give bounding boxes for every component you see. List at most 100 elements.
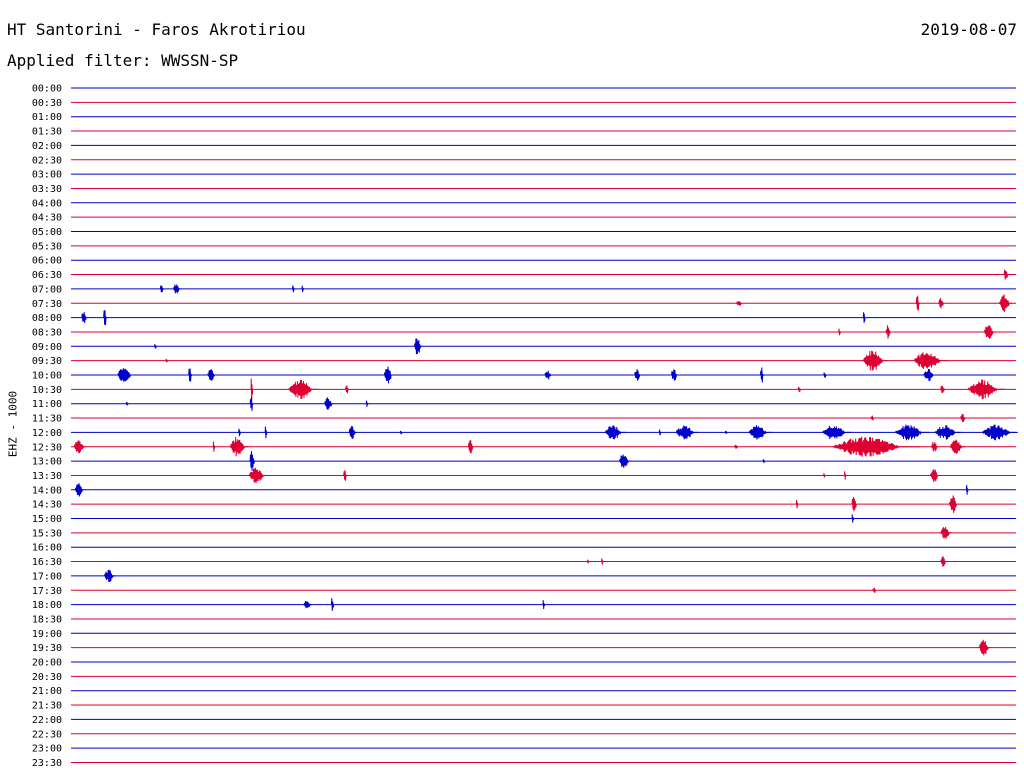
row-label: 15:30: [32, 528, 62, 539]
seismic-event: [287, 379, 319, 399]
seismic-event: [759, 367, 765, 383]
row-label: 03:00: [32, 170, 62, 181]
seismic-event: [733, 444, 739, 449]
seismic-event: [671, 369, 678, 381]
seismic-event: [414, 338, 423, 355]
seismic-event: [822, 425, 852, 440]
row-label: 06:30: [32, 270, 62, 281]
seismic-event: [73, 440, 87, 454]
seismic-event: [967, 379, 1006, 400]
row-label: 05:30: [32, 241, 62, 252]
seismic-event: [797, 386, 801, 393]
seismic-event: [467, 440, 474, 454]
seismic-event: [978, 639, 991, 656]
row-label: 19:00: [32, 629, 62, 640]
seismic-event: [938, 297, 945, 309]
seismic-event: [264, 426, 268, 439]
seismic-event: [604, 425, 626, 440]
row-label: 09:30: [32, 356, 62, 367]
row-label: 09:00: [32, 342, 62, 353]
row-label: 00:30: [32, 98, 62, 109]
seismic-event: [344, 385, 350, 394]
seismic-event: [795, 499, 799, 509]
row-label: 00:00: [32, 84, 62, 95]
seismic-event: [949, 439, 966, 454]
seismic-event: [822, 473, 826, 478]
row-label: 07:00: [32, 284, 62, 295]
row-label: 18:00: [32, 600, 62, 611]
row-label: 10:30: [32, 385, 62, 396]
row-label: 10:00: [32, 371, 62, 382]
row-label: 14:30: [32, 500, 62, 511]
seismic-event: [74, 483, 85, 497]
seismic-event: [173, 284, 181, 294]
row-label: 13:00: [32, 457, 62, 468]
seismic-event: [870, 415, 875, 421]
seismic-event: [915, 295, 920, 311]
seismic-event: [348, 425, 357, 439]
row-label: 16:30: [32, 557, 62, 568]
row-label: 02:30: [32, 155, 62, 166]
seismic-event: [544, 370, 552, 380]
row-label: 12:00: [32, 428, 62, 439]
row-label: 11:30: [32, 414, 62, 425]
seismic-event: [303, 600, 312, 609]
seismic-event: [1003, 269, 1009, 280]
seismic-event: [600, 558, 604, 565]
seismic-event: [748, 425, 772, 440]
row-label: 21:30: [32, 701, 62, 712]
seismic-event: [735, 300, 742, 307]
seismic-event: [982, 424, 1018, 441]
seismic-event: [542, 600, 546, 610]
row-label: 02:00: [32, 141, 62, 152]
seismic-event: [939, 556, 947, 567]
seismic-event: [125, 402, 129, 406]
seismic-event: [871, 587, 877, 594]
seismic-event: [103, 310, 108, 326]
row-label: 23:30: [32, 758, 62, 769]
seismic-event: [117, 368, 135, 382]
seismic-event: [292, 285, 295, 293]
seismic-event: [998, 294, 1013, 313]
row-label: 22:00: [32, 715, 62, 726]
row-label: 01:30: [32, 127, 62, 138]
seismic-event: [843, 471, 847, 480]
seismic-event: [762, 459, 766, 463]
seismic-event: [229, 437, 249, 457]
seismic-event: [939, 526, 952, 539]
seismic-event: [948, 495, 959, 513]
row-label: 05:00: [32, 227, 62, 238]
row-label: 04:30: [32, 213, 62, 224]
seismic-event: [913, 352, 949, 370]
seismic-event: [188, 368, 193, 382]
seismic-event: [930, 442, 939, 452]
seismic-event: [851, 496, 858, 512]
row-label: 03:30: [32, 184, 62, 195]
row-label: 19:30: [32, 643, 62, 654]
seismic-event: [983, 325, 996, 339]
seismic-event: [154, 344, 157, 349]
seismic-event: [104, 569, 116, 583]
row-label: 12:30: [32, 442, 62, 453]
seismic-event: [923, 368, 936, 382]
seismic-event: [342, 470, 348, 481]
seismic-event: [929, 469, 940, 482]
row-label: 11:00: [32, 399, 62, 410]
seismic-event: [586, 559, 590, 564]
seismic-event: [965, 484, 969, 495]
seismic-event: [895, 424, 930, 441]
seismic-event: [862, 350, 889, 371]
row-label: 07:30: [32, 299, 62, 310]
row-label: 14:00: [32, 485, 62, 496]
seismic-event: [81, 312, 88, 324]
seismic-event: [634, 369, 641, 381]
row-label: 21:00: [32, 686, 62, 697]
row-label: 23:00: [32, 744, 62, 755]
seismic-event: [159, 285, 164, 293]
seismic-event: [365, 400, 369, 407]
seismic-event: [165, 358, 168, 363]
seismic-event: [249, 451, 256, 472]
row-label: 17:00: [32, 571, 62, 582]
row-label: 08:00: [32, 313, 62, 324]
seismic-event: [619, 454, 631, 468]
